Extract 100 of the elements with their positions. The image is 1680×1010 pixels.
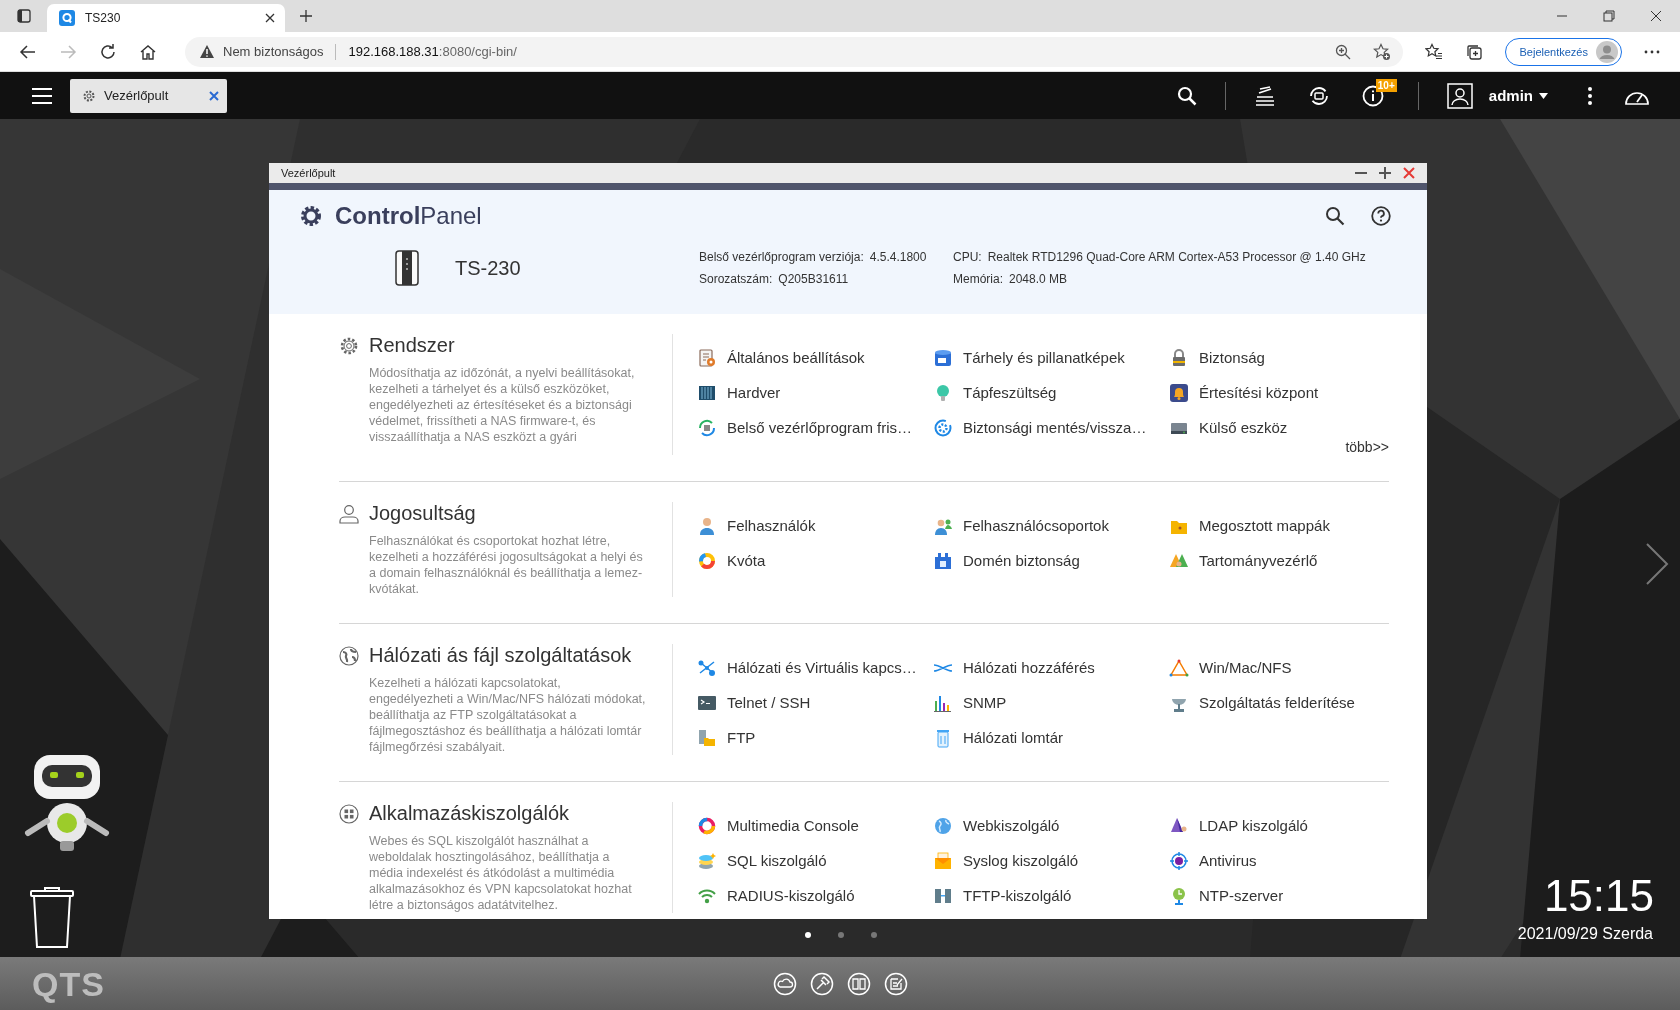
panel-link[interactable]: Felhasználók xyxy=(697,508,933,543)
info-label: Sorozatszám: xyxy=(699,272,773,286)
user-icon xyxy=(339,503,359,524)
panel-link[interactable]: LDAP kiszolgáló xyxy=(1169,808,1405,843)
user-menu[interactable]: admin xyxy=(1488,87,1548,104)
page-dot[interactable] xyxy=(871,932,877,938)
panel-link[interactable]: Tartományvezérlő xyxy=(1169,543,1405,578)
stack-icon[interactable] xyxy=(1253,84,1276,107)
app-logo-icon xyxy=(59,10,75,26)
sign-in-button[interactable]: Bejelentkezés xyxy=(1504,37,1622,66)
refresh-icon xyxy=(697,417,717,438)
close-icon[interactable] xyxy=(1650,10,1662,22)
warning-icon xyxy=(199,44,215,59)
browser-tab[interactable]: TS230 xyxy=(47,4,285,32)
clock: 15:15 xyxy=(1543,871,1654,921)
search-icon[interactable] xyxy=(1325,206,1345,226)
close-icon[interactable] xyxy=(265,13,275,23)
book-icon[interactable] xyxy=(846,971,871,996)
back-icon[interactable] xyxy=(19,42,37,61)
more-icon[interactable] xyxy=(1644,49,1660,54)
more-icon[interactable] xyxy=(1588,86,1592,105)
new-tab-icon[interactable] xyxy=(299,9,313,23)
panel-link[interactable]: SQL kiszolgáló xyxy=(697,843,933,878)
star-plus-icon[interactable] xyxy=(1372,42,1391,61)
target-icon xyxy=(1169,850,1189,871)
panel-link[interactable]: Domén biztonság xyxy=(933,543,1169,578)
panel-link[interactable]: SNMP xyxy=(933,685,1169,720)
section-description: Felhasználókat és csoportokat hozhat létre, kezelheti a hozzáférési jogosultságokat a helyi és a domain felhasználóknál és beállíthatja a lemez-kvótákat. xyxy=(369,533,644,597)
search-icon[interactable] xyxy=(1176,85,1197,106)
panel-link[interactable]: Syslog kiszolgáló xyxy=(933,843,1169,878)
panel-link[interactable]: Értesítési központ xyxy=(1169,375,1405,410)
security-label: Nem biztonságos xyxy=(223,44,324,59)
panel-link[interactable]: NTP-szerver xyxy=(1169,878,1405,913)
chevron-right-icon[interactable] xyxy=(1645,542,1669,586)
globe-icon xyxy=(339,645,359,666)
panel-link[interactable]: Antivirus xyxy=(1169,843,1405,878)
url-text: 192.168.188.31:8080/cgi-bin/ xyxy=(348,44,517,59)
folder-icon xyxy=(697,727,717,748)
help-icon[interactable] xyxy=(1371,206,1391,226)
menu-icon[interactable] xyxy=(32,87,52,104)
app-tab[interactable]: Vezérlőpult xyxy=(70,78,227,113)
tools-icon[interactable] xyxy=(809,971,834,996)
panel-link[interactable]: Hálózati hozzáférés xyxy=(933,650,1169,685)
info-label: Memória: xyxy=(953,272,1003,286)
window-title: Vezérlőpult xyxy=(281,167,336,179)
more-link[interactable]: több>> xyxy=(1345,439,1389,455)
panel-link[interactable]: Belső vezérlőprogram fris… xyxy=(697,410,933,445)
avatar-icon xyxy=(1596,40,1618,63)
collections-icon[interactable] xyxy=(1464,42,1483,61)
cloud-icon[interactable] xyxy=(772,971,797,996)
panel-link[interactable]: Webkiszolgáló xyxy=(933,808,1169,843)
page-dot[interactable] xyxy=(838,932,844,938)
gear-icon xyxy=(299,204,323,228)
panel-link[interactable]: Hardver xyxy=(697,375,933,410)
panel-link[interactable]: Win/Mac/NFS xyxy=(1169,650,1405,685)
info-label: Belső vezérlőprogram verziója: xyxy=(699,250,864,264)
panel-link[interactable]: Általános beállítások xyxy=(697,340,933,375)
info-value: 2048.0 MB xyxy=(1009,272,1068,286)
panel-link[interactable]: Hálózati és Virtuális kapcs… xyxy=(697,650,933,685)
reload-icon[interactable] xyxy=(99,42,117,61)
apps-icon xyxy=(339,803,359,824)
nas-icon xyxy=(395,250,419,286)
panel-link[interactable]: Biztonsági mentés/vissza… xyxy=(933,410,1169,445)
panel-link[interactable]: Kvóta xyxy=(697,543,933,578)
panel-link[interactable]: Telnet / SSH xyxy=(697,685,933,720)
address-field[interactable]: Nem biztonságos 192.168.188.31:8080/cgi-bin/ xyxy=(185,36,1403,67)
panel-link[interactable]: Multimedia Console xyxy=(697,808,933,843)
home-icon[interactable] xyxy=(139,42,157,61)
section-title: Rendszer xyxy=(369,334,455,357)
zoom-icon[interactable] xyxy=(1334,43,1351,60)
app-title: ControlPanel xyxy=(335,202,482,230)
section-title: Hálózati ás fájl szolgáltatások xyxy=(369,644,632,667)
trash-icon[interactable] xyxy=(29,887,75,949)
user-icon[interactable] xyxy=(1446,82,1473,109)
qts-logo: QTS xyxy=(32,965,105,1004)
building-icon xyxy=(933,550,953,571)
database-icon xyxy=(933,347,953,368)
tab-list-icon[interactable] xyxy=(17,9,31,23)
panel-link[interactable]: Hálózati lomtár xyxy=(933,720,1169,755)
triangle-icon xyxy=(1169,657,1189,678)
info-value: Q205B31611 xyxy=(778,272,849,286)
page-dot[interactable] xyxy=(805,932,811,938)
panel-link[interactable]: Biztonság xyxy=(1169,340,1405,375)
ring-chart-icon xyxy=(697,550,717,571)
gear-icon xyxy=(933,417,953,438)
maximize-icon[interactable] xyxy=(1379,167,1391,179)
panel-link[interactable]: Szolgáltatás felderítése xyxy=(1169,685,1405,720)
panel-link[interactable]: Tárhely és pillanatképek xyxy=(933,340,1169,375)
panel-link[interactable]: Felhasználócsoportok xyxy=(933,508,1169,543)
favorites-icon[interactable] xyxy=(1424,42,1443,61)
panel-link[interactable]: Megosztott mappák xyxy=(1169,508,1405,543)
sync-icon[interactable] xyxy=(1307,84,1330,107)
restore-icon[interactable] xyxy=(1603,10,1615,22)
panel-link[interactable]: RADIUS-kiszolgáló xyxy=(697,878,933,913)
panel-link[interactable]: TFTP-kiszolgáló xyxy=(933,878,1169,913)
panel-link[interactable]: FTP xyxy=(697,720,933,755)
note-icon[interactable] xyxy=(883,971,908,996)
panel-link[interactable]: Tápfeszültség xyxy=(933,375,1169,410)
info-value: 4.5.4.1800 xyxy=(869,250,927,264)
document-gear-icon xyxy=(697,347,717,368)
